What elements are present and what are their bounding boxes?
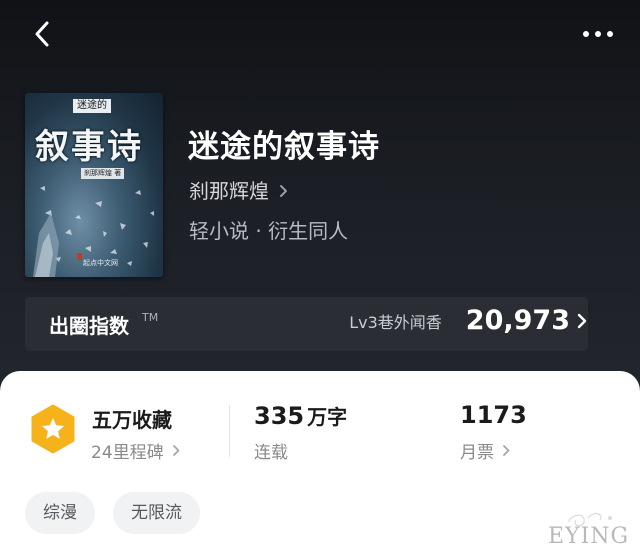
index-detail-link[interactable]: Lv3巷外闻香 20,973	[349, 305, 588, 336]
monthly-tickets-link[interactable]: 月票	[460, 438, 511, 463]
more-horizontal-icon	[583, 31, 613, 37]
author-name: 刹那辉煌	[189, 179, 269, 203]
chevron-right-icon	[280, 185, 287, 197]
monthly-tickets-label: 月票	[460, 443, 494, 463]
book-hero: 迷途的 叙事诗 刹那辉煌 著 起点中文网 迷途的叙事诗 刹那辉煌 轻小说 · 衍…	[0, 0, 640, 400]
index-level: Lv3巷外闻香	[349, 312, 442, 332]
chevron-left-icon	[35, 21, 49, 47]
cover-site-text: 起点中文网	[83, 259, 118, 267]
word-count-number: 335	[254, 402, 305, 430]
index-trademark: TM	[142, 311, 159, 324]
word-count: 335 万字	[254, 401, 347, 430]
popularity-index-card[interactable]: 出圈指数 TM Lv3巷外闻香 20,973	[25, 297, 588, 351]
book-title: 迷途的叙事诗	[188, 129, 380, 165]
tag-chip[interactable]: 综漫	[25, 492, 95, 534]
cover-title-text: 叙事诗	[35, 127, 143, 167]
favorites-count: 五万收藏	[92, 408, 172, 432]
star-badge-icon	[31, 404, 75, 454]
tag-chip[interactable]: 无限流	[113, 492, 200, 534]
author-link[interactable]: 刹那辉煌	[189, 177, 289, 205]
book-genre: 轻小说 · 衍生同人	[189, 219, 349, 243]
index-label: 出圈指数	[49, 314, 129, 338]
milestone-link[interactable]: 24里程碑	[91, 438, 181, 463]
monthly-tickets-count: 1173	[460, 401, 527, 429]
watermark-text: EYING	[548, 524, 630, 549]
index-value: 20,973	[465, 305, 570, 336]
back-button[interactable]	[26, 16, 62, 52]
book-cover[interactable]: 迷途的 叙事诗 刹那辉煌 著 起点中文网	[25, 93, 163, 277]
serial-status: 连载	[254, 443, 288, 463]
chevron-right-icon	[172, 445, 180, 456]
cover-author-text: 刹那辉煌 著	[81, 168, 125, 179]
chevron-right-icon	[577, 313, 587, 328]
chevron-right-icon	[503, 445, 510, 456]
more-button[interactable]	[580, 22, 616, 46]
stats-divider	[229, 405, 230, 457]
cover-top-text: 迷途的	[73, 99, 111, 113]
milestone-label: 24里程碑	[91, 443, 164, 463]
word-count-unit: 万字	[307, 405, 348, 429]
